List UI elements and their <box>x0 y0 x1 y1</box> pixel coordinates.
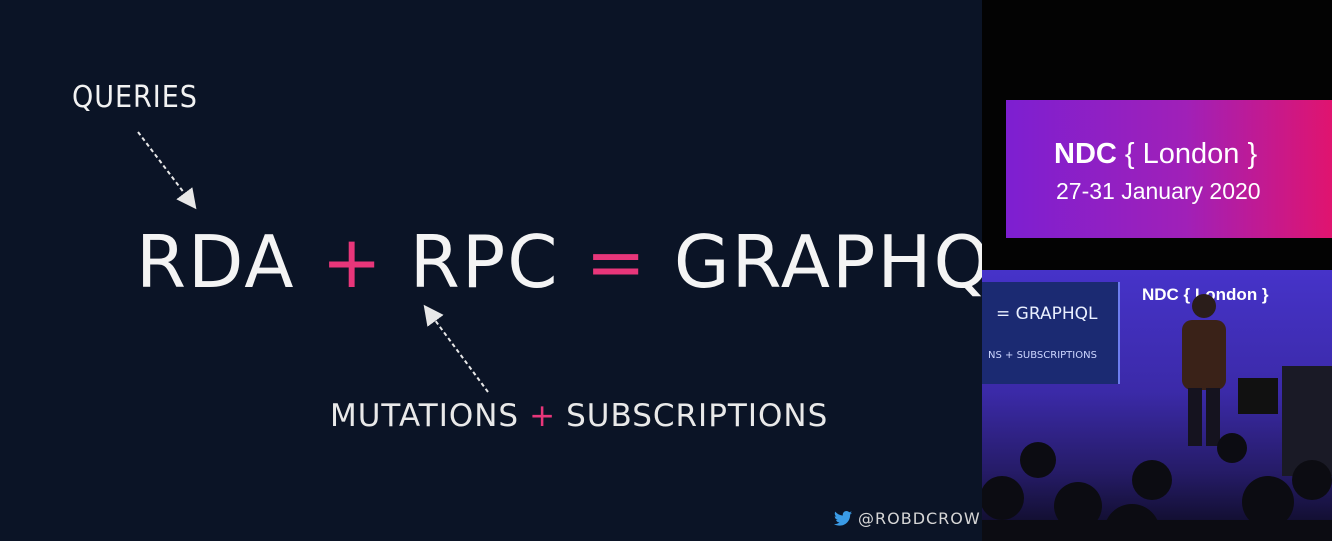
podium <box>1238 366 1332 476</box>
subscriptions-label: SUBSCRIPTIONS <box>566 398 829 434</box>
banner-event: { London } <box>1124 138 1258 170</box>
speaker-figure <box>1182 294 1226 446</box>
banner-dates: 27-31 January 2020 <box>1056 178 1261 204</box>
plus-operator: + <box>321 220 384 304</box>
mutations-label: MUTATIONS <box>330 398 520 434</box>
stage-scene <box>982 294 1332 541</box>
mutations-subscriptions-line: MUTATIONS + SUBSCRIPTIONS <box>330 398 828 434</box>
formula-rpc: RPC <box>409 220 560 304</box>
audience <box>982 433 1332 541</box>
presentation-slide: QUERIES RDA + RPC = GRAPHQL MUTATIONS + SUBSCR… <box>0 0 1032 541</box>
formula-rda: RDA <box>136 220 296 304</box>
queries-arrow <box>137 131 197 210</box>
ndc-london-banner: NDC { London } 27-31 January 2020 <box>1006 100 1332 238</box>
equals-operator: = <box>585 220 648 304</box>
stage-video: = GRAPHQL NS + SUBSCRIPTIONS NDC { Londo… <box>982 270 1332 541</box>
formula-graphql: GRAPHQL <box>673 220 1035 304</box>
banner-title: NDC { London } <box>1054 138 1257 171</box>
twitter-icon <box>834 511 852 526</box>
subline-plus: + <box>529 398 557 434</box>
formula: RDA + RPC = GRAPHQL <box>136 220 1034 304</box>
mutations-arrow <box>423 304 489 393</box>
banner-brand: NDC <box>1054 138 1117 170</box>
